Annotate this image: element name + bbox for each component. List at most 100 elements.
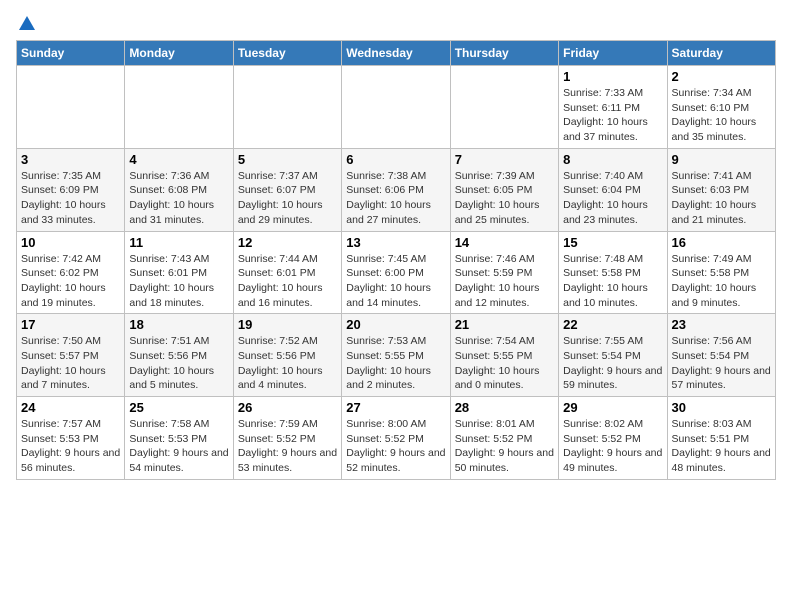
day-number: 10 [21,235,120,250]
calendar-cell: 22 Sunrise: 7:55 AM Sunset: 5:54 PM Dayli… [559,314,667,397]
day-number: 4 [129,152,228,167]
day-number: 7 [455,152,554,167]
day-number: 2 [672,69,771,84]
day-info: Sunrise: 7:36 AM Sunset: 6:08 PM Dayligh… [129,169,228,228]
calendar-cell: 8 Sunrise: 7:40 AM Sunset: 6:04 PM Daylig… [559,148,667,231]
calendar-cell: 20Sunrise: 7:53 AM Sunset: 5:55 PM Dayli… [342,314,450,397]
calendar-cell: 28 Sunrise: 8:01 AM Sunset: 5:52 PM Dayli… [450,397,558,480]
day-number: 9 [672,152,771,167]
calendar-week-row: 3 Sunrise: 7:35 AM Sunset: 6:09 PM Daylig… [17,148,776,231]
day-info: Sunrise: 7:45 AM Sunset: 6:00 PM Dayligh… [346,252,445,311]
calendar-cell: 12 Sunrise: 7:44 AM Sunset: 6:01 PM Dayli… [233,231,341,314]
day-info: Sunrise: 7:52 AM Sunset: 5:56 PM Dayligh… [238,334,337,393]
day-number: 21 [455,317,554,332]
day-number: 19 [238,317,337,332]
day-info: Sunrise: 7:37 AM Sunset: 6:07 PM Dayligh… [238,169,337,228]
calendar-cell: 2 Sunrise: 7:34 AM Sunset: 6:10 PM Daylig… [667,66,775,149]
calendar-cell: 26 Sunrise: 7:59 AM Sunset: 5:52 PM Dayli… [233,397,341,480]
day-info: Sunrise: 7:44 AM Sunset: 6:01 PM Dayligh… [238,252,337,311]
calendar-cell: 19 Sunrise: 7:52 AM Sunset: 5:56 PM Dayli… [233,314,341,397]
day-info: Sunrise: 7:59 AM Sunset: 5:52 PM Dayligh… [238,417,337,476]
day-number: 26 [238,400,337,415]
calendar-cell [342,66,450,149]
weekday-header: Sunday [17,41,125,66]
day-number: 18 [129,317,228,332]
day-number: 30 [672,400,771,415]
day-info: Sunrise: 8:01 AM Sunset: 5:52 PM Dayligh… [455,417,554,476]
day-info: Sunrise: 7:34 AM Sunset: 6:10 PM Dayligh… [672,86,771,145]
calendar-cell [125,66,233,149]
calendar-cell: 14 Sunrise: 7:46 AM Sunset: 5:59 PM Dayli… [450,231,558,314]
weekday-header: Saturday [667,41,775,66]
calendar-week-row: 1 Sunrise: 7:33 AM Sunset: 6:11 PM Daylig… [17,66,776,149]
calendar-week-row: 10 Sunrise: 7:42 AM Sunset: 6:02 PM Dayli… [17,231,776,314]
calendar-cell: 6 Sunrise: 7:38 AM Sunset: 6:06 PM Daylig… [342,148,450,231]
day-info: Sunrise: 7:38 AM Sunset: 6:06 PM Dayligh… [346,169,445,228]
day-info: Sunrise: 7:55 AM Sunset: 5:54 PM Dayligh… [563,334,662,393]
day-number: 8 [563,152,662,167]
day-number: 28 [455,400,554,415]
calendar-cell: 25 Sunrise: 7:58 AM Sunset: 5:53 PM Dayli… [125,397,233,480]
day-info: Sunrise: 7:51 AM Sunset: 5:56 PM Dayligh… [129,334,228,393]
calendar-cell [233,66,341,149]
day-info: Sunrise: 7:41 AM Sunset: 6:03 PM Dayligh… [672,169,771,228]
calendar-cell: 4 Sunrise: 7:36 AM Sunset: 6:08 PM Daylig… [125,148,233,231]
day-number: 25 [129,400,228,415]
day-info: Sunrise: 7:57 AM Sunset: 5:53 PM Dayligh… [21,417,120,476]
calendar-cell: 30 Sunrise: 8:03 AM Sunset: 5:51 PM Dayli… [667,397,775,480]
day-number: 14 [455,235,554,250]
day-info: Sunrise: 7:53 AM Sunset: 5:55 PM Dayligh… [346,334,445,393]
day-number: 6 [346,152,445,167]
day-number: 16 [672,235,771,250]
calendar-cell [17,66,125,149]
weekday-header: Wednesday [342,41,450,66]
calendar-week-row: 24 Sunrise: 7:57 AM Sunset: 5:53 PM Dayli… [17,397,776,480]
day-info: Sunrise: 7:33 AM Sunset: 6:11 PM Dayligh… [563,86,662,145]
day-number: 1 [563,69,662,84]
calendar-cell: 21 Sunrise: 7:54 AM Sunset: 5:55 PM Dayli… [450,314,558,397]
weekday-header: Friday [559,41,667,66]
calendar-cell: 7Sunrise: 7:39 AM Sunset: 6:05 PM Daylig… [450,148,558,231]
calendar-cell: 5Sunrise: 7:37 AM Sunset: 6:07 PM Daylig… [233,148,341,231]
calendar-cell: 10 Sunrise: 7:42 AM Sunset: 6:02 PM Dayli… [17,231,125,314]
day-number: 22 [563,317,662,332]
day-number: 3 [21,152,120,167]
calendar-cell: 24 Sunrise: 7:57 AM Sunset: 5:53 PM Dayli… [17,397,125,480]
day-info: Sunrise: 7:46 AM Sunset: 5:59 PM Dayligh… [455,252,554,311]
calendar-cell: 23 Sunrise: 7:56 AM Sunset: 5:54 PM Dayli… [667,314,775,397]
day-info: Sunrise: 8:00 AM Sunset: 5:52 PM Dayligh… [346,417,445,476]
day-number: 13 [346,235,445,250]
calendar-cell [450,66,558,149]
calendar-header-row: SundayMondayTuesdayWednesdayThursdayFrid… [17,41,776,66]
page-header [16,16,776,28]
calendar-cell: 1 Sunrise: 7:33 AM Sunset: 6:11 PM Daylig… [559,66,667,149]
weekday-header: Tuesday [233,41,341,66]
day-info: Sunrise: 7:54 AM Sunset: 5:55 PM Dayligh… [455,334,554,393]
day-number: 15 [563,235,662,250]
day-number: 17 [21,317,120,332]
day-info: Sunrise: 8:03 AM Sunset: 5:51 PM Dayligh… [672,417,771,476]
day-number: 12 [238,235,337,250]
calendar-cell: 27Sunrise: 8:00 AM Sunset: 5:52 PM Dayli… [342,397,450,480]
day-info: Sunrise: 7:42 AM Sunset: 6:02 PM Dayligh… [21,252,120,311]
day-info: Sunrise: 7:43 AM Sunset: 6:01 PM Dayligh… [129,252,228,311]
day-info: Sunrise: 7:48 AM Sunset: 5:58 PM Dayligh… [563,252,662,311]
calendar-cell: 15 Sunrise: 7:48 AM Sunset: 5:58 PM Dayli… [559,231,667,314]
day-info: Sunrise: 7:58 AM Sunset: 5:53 PM Dayligh… [129,417,228,476]
day-info: Sunrise: 7:49 AM Sunset: 5:58 PM Dayligh… [672,252,771,311]
logo [16,16,36,28]
day-number: 24 [21,400,120,415]
day-info: Sunrise: 7:35 AM Sunset: 6:09 PM Dayligh… [21,169,120,228]
calendar-week-row: 17 Sunrise: 7:50 AM Sunset: 5:57 PM Dayli… [17,314,776,397]
calendar-cell: 3 Sunrise: 7:35 AM Sunset: 6:09 PM Daylig… [17,148,125,231]
calendar-cell: 17 Sunrise: 7:50 AM Sunset: 5:57 PM Dayli… [17,314,125,397]
day-info: Sunrise: 7:40 AM Sunset: 6:04 PM Dayligh… [563,169,662,228]
day-info: Sunrise: 7:56 AM Sunset: 5:54 PM Dayligh… [672,334,771,393]
logo-triangle-icon [18,14,36,32]
day-info: Sunrise: 7:50 AM Sunset: 5:57 PM Dayligh… [21,334,120,393]
calendar-table: SundayMondayTuesdayWednesdayThursdayFrid… [16,40,776,480]
weekday-header: Monday [125,41,233,66]
calendar-cell: 29Sunrise: 8:02 AM Sunset: 5:52 PM Dayli… [559,397,667,480]
day-number: 23 [672,317,771,332]
calendar-cell: 18 Sunrise: 7:51 AM Sunset: 5:56 PM Dayli… [125,314,233,397]
